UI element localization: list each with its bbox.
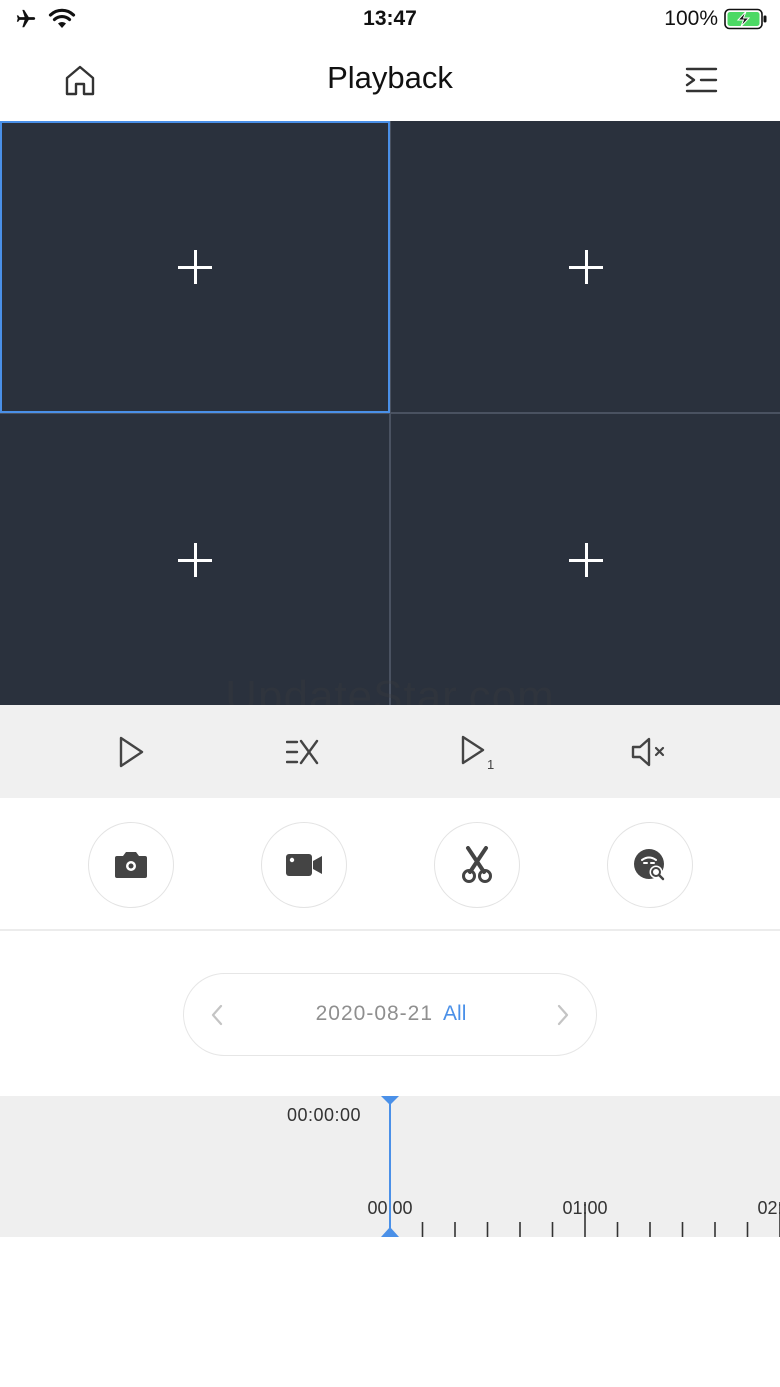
play-icon bbox=[119, 736, 144, 768]
frame-step-icon: 1 bbox=[461, 735, 494, 771]
mute-button[interactable] bbox=[626, 729, 672, 775]
playhead-bottom-marker bbox=[381, 1227, 399, 1237]
status-bar: 13:47 100% bbox=[0, 0, 780, 40]
page-title: Playback bbox=[327, 60, 453, 95]
play-button[interactable] bbox=[108, 729, 154, 775]
face-search-icon bbox=[634, 849, 665, 881]
add-channel-icon bbox=[568, 249, 603, 284]
speaker-muted-icon bbox=[631, 737, 665, 767]
menu-button[interactable] bbox=[680, 60, 722, 100]
scissors-icon bbox=[462, 846, 492, 883]
status-time: 13:47 bbox=[363, 7, 417, 30]
add-channel-icon bbox=[177, 542, 212, 577]
smart-search-button[interactable] bbox=[607, 822, 693, 908]
timeline-label: 02:00 bbox=[757, 1198, 780, 1218]
playback-control-bar: 1 bbox=[0, 705, 780, 798]
battery-percent: 100% bbox=[664, 7, 718, 30]
video-cell-2[interactable] bbox=[390, 121, 780, 413]
chevron-right-icon bbox=[557, 1004, 569, 1026]
video-cell-1[interactable] bbox=[0, 121, 390, 413]
frame-step-sub: 1 bbox=[487, 757, 494, 771]
video-grid bbox=[0, 121, 780, 705]
tool-row bbox=[0, 798, 780, 931]
timeline-ruler: 00:00 01:00 02:00 bbox=[367, 1096, 780, 1237]
playhead-top-marker bbox=[381, 1096, 399, 1105]
camera-icon bbox=[115, 852, 147, 878]
date-value[interactable]: 2020-08-21 bbox=[316, 1002, 433, 1025]
add-channel-icon bbox=[568, 542, 603, 577]
record-type-filter[interactable]: All bbox=[443, 1002, 466, 1025]
clip-button[interactable] bbox=[434, 822, 520, 908]
date-display: 2020-08-21 All bbox=[184, 1002, 598, 1026]
speed-icon bbox=[286, 739, 319, 765]
timeline[interactable]: 00:00:00 00:00 01:00 02:00 bbox=[0, 1096, 780, 1237]
battery-charging-icon bbox=[724, 8, 767, 30]
menu-list-icon bbox=[685, 67, 718, 93]
video-cell-4[interactable] bbox=[390, 413, 780, 705]
snapshot-button[interactable] bbox=[88, 822, 174, 908]
video-camera-icon bbox=[286, 854, 322, 876]
status-right: 100% bbox=[664, 7, 768, 31]
record-button[interactable] bbox=[261, 822, 347, 908]
next-date-button[interactable] bbox=[548, 998, 578, 1032]
timeline-label: 01:00 bbox=[562, 1198, 607, 1218]
date-selector: 2020-08-21 All bbox=[183, 973, 597, 1056]
add-channel-icon bbox=[178, 250, 212, 284]
nav-bar: Playback bbox=[0, 40, 780, 121]
speed-button[interactable] bbox=[280, 729, 326, 775]
video-cell-3[interactable] bbox=[0, 413, 390, 705]
frame-step-button[interactable]: 1 bbox=[455, 729, 501, 775]
